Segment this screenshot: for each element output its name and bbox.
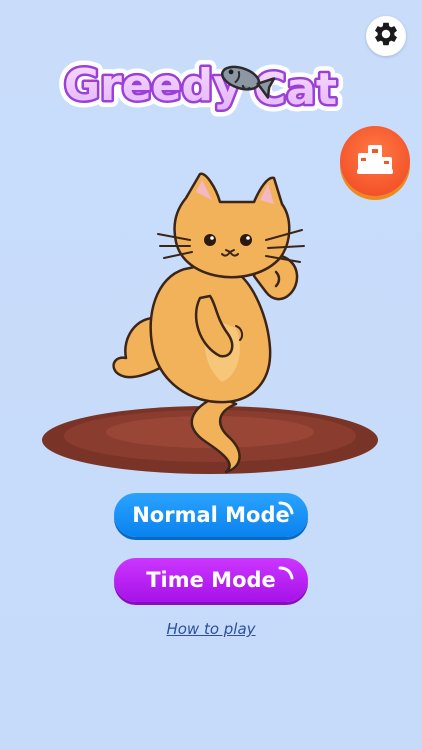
normal-mode-button[interactable]: Normal Mode bbox=[114, 493, 308, 537]
cat-scene bbox=[40, 168, 382, 478]
how-to-play-link[interactable]: How to play bbox=[0, 620, 422, 638]
logo-word-greedy: Greedy bbox=[64, 60, 242, 111]
shine-icon bbox=[278, 501, 294, 515]
shine-icon bbox=[278, 566, 294, 580]
time-mode-button[interactable]: Time Mode bbox=[114, 558, 308, 602]
normal-mode-label: Normal Mode bbox=[132, 503, 290, 527]
gear-icon bbox=[372, 20, 400, 52]
settings-button[interactable] bbox=[366, 16, 406, 56]
time-mode-label: Time Mode bbox=[146, 568, 276, 592]
main-menu-screen: Greedy Cat Greedy Cat Normal Mode Time M… bbox=[0, 0, 422, 750]
game-logo: Greedy Cat Greedy Cat bbox=[57, 52, 350, 122]
